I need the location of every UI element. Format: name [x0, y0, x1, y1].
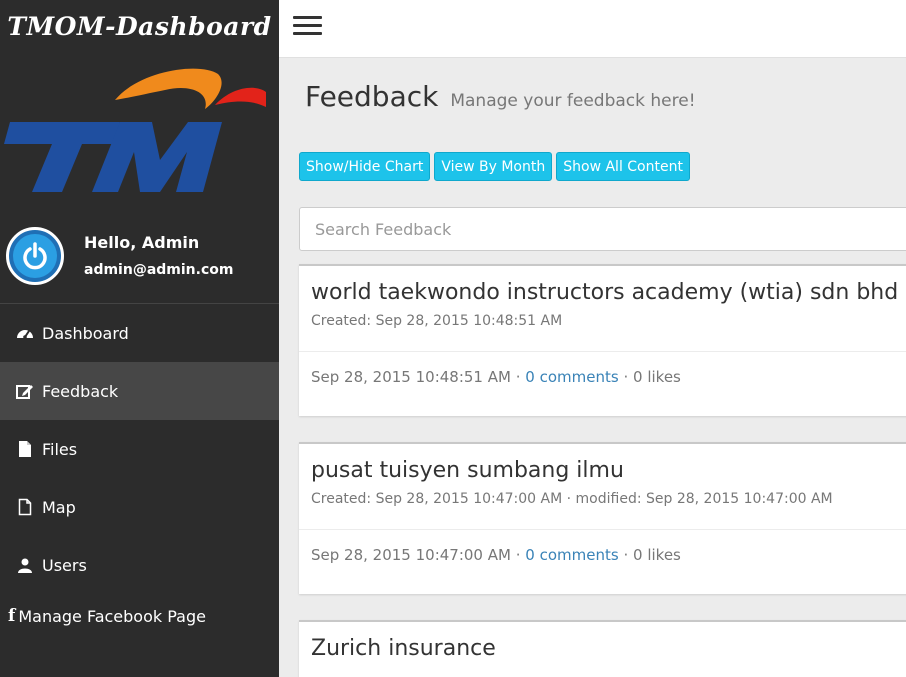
- feedback-meta: Created: Sep 28, 2015 10:47:00 AM · modi…: [311, 491, 833, 507]
- sidebar-item-dashboard[interactable]: Dashboard: [0, 304, 279, 362]
- sidebar-item-label: Dashboard: [42, 323, 129, 343]
- feedback-title[interactable]: Zurich insurance: [311, 636, 906, 661]
- sidebar-nav: Dashboard Feedback Files Map Users f Man…: [0, 304, 279, 638]
- feedback-card: pusat tuisyen sumbang ilmu Created: Sep …: [299, 442, 906, 594]
- power-icon: [13, 233, 57, 278]
- action-buttons: Show/Hide Chart View By Month Show All C…: [299, 152, 690, 181]
- sidebar-item-feedback[interactable]: Feedback: [0, 362, 279, 420]
- sidebar-item-label: Files: [42, 439, 78, 459]
- feedback-footer: Sep 28, 2015 10:48:51 AM · 0 comments · …: [299, 352, 906, 416]
- sidebar-item-label: Users: [42, 555, 87, 575]
- main-content: Feedback Manage your feedback here! Show…: [279, 58, 906, 677]
- likes-count: 0 likes: [633, 546, 681, 564]
- sidebar: TMOM-Dashboard Hello, Admin admin@admin.…: [0, 0, 279, 677]
- comments-link[interactable]: 0 comments: [525, 368, 618, 386]
- feedback-footer: Sep 28, 2015 10:47:00 AM · 0 comments · …: [299, 530, 906, 594]
- separator: ·: [623, 546, 634, 564]
- tm-logo: [0, 52, 279, 207]
- brand-title[interactable]: TMOM-Dashboard: [0, 0, 279, 52]
- avatar[interactable]: [6, 226, 64, 285]
- feedback-meta: Created: Sep 28, 2015 10:48:51 AM: [311, 313, 563, 329]
- feedback-card: Zurich insurance: [299, 620, 906, 677]
- sidebar-item-map[interactable]: Map: [0, 478, 279, 536]
- view-by-month-button[interactable]: View By Month: [434, 152, 553, 181]
- dashboard-icon: [16, 324, 34, 342]
- separator: ·: [515, 546, 526, 564]
- user-email: admin@admin.com: [84, 262, 234, 278]
- edit-icon: [16, 382, 34, 400]
- feedback-date: Sep 28, 2015 10:47:00 AM: [311, 546, 511, 564]
- page-title: Feedback: [305, 80, 439, 113]
- comments-link[interactable]: 0 comments: [525, 546, 618, 564]
- separator: ·: [623, 368, 634, 386]
- feedback-card: world taekwondo instructors academy (wti…: [299, 264, 906, 416]
- tm-logo-graphic: [4, 68, 266, 192]
- sidebar-item-label: Feedback: [42, 381, 119, 401]
- toggle-chart-button[interactable]: Show/Hide Chart: [299, 152, 431, 181]
- user-profile: Hello, Admin admin@admin.com: [0, 207, 279, 304]
- sidebar-item-files[interactable]: Files: [0, 420, 279, 478]
- search-input[interactable]: Search Feedback: [299, 207, 906, 251]
- sidebar-item-users[interactable]: Users: [0, 536, 279, 594]
- sidebar-item-label: Manage Facebook Page: [18, 606, 206, 626]
- divider: [0, 303, 279, 304]
- menu-toggle-icon[interactable]: [293, 16, 322, 36]
- file-icon: [16, 440, 34, 458]
- file-outline-icon: [16, 498, 34, 516]
- top-bar: [279, 0, 906, 58]
- user-icon: [16, 556, 34, 574]
- facebook-icon: f: [8, 606, 16, 626]
- show-all-content-button[interactable]: Show All Content: [556, 152, 690, 181]
- likes-count: 0 likes: [633, 368, 681, 386]
- feedback-title[interactable]: pusat tuisyen sumbang ilmu: [311, 458, 906, 483]
- greeting: Hello, Admin: [84, 233, 200, 252]
- separator: ·: [515, 368, 526, 386]
- feedback-title[interactable]: world taekwondo instructors academy (wti…: [311, 280, 906, 305]
- sidebar-item-facebook[interactable]: f Manage Facebook Page: [0, 594, 279, 638]
- page-subtitle: Manage your feedback here!: [450, 91, 696, 111]
- feedback-date: Sep 28, 2015 10:48:51 AM: [311, 368, 511, 386]
- sidebar-item-label: Map: [42, 497, 76, 517]
- page-header: Feedback Manage your feedback here!: [305, 80, 696, 113]
